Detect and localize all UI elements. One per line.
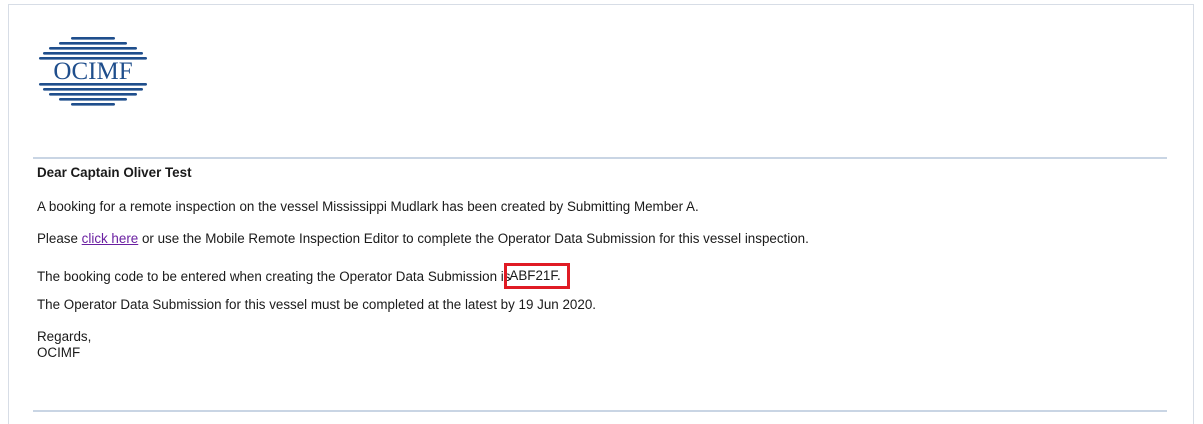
signoff-text: Regards, — [37, 329, 92, 344]
instructions-paragraph: Please click here or use the Mobile Remo… — [37, 231, 809, 247]
deadline-text: The Operator Data Submission for this ve… — [37, 297, 596, 312]
booking-code-highlight: ABF21F. — [504, 263, 570, 289]
footer-divider — [33, 410, 1167, 412]
booking-created-text: A booking for a remote inspection on the… — [37, 199, 699, 214]
ocimf-logo: OCIMF — [35, 35, 155, 109]
header-divider — [33, 157, 1167, 159]
instructions-suffix: or use the Mobile Remote Inspection Edit… — [138, 231, 809, 246]
booking-code-value: ABF21F. — [509, 268, 561, 283]
instructions-prefix: Please — [37, 231, 82, 246]
booking-code-label: The booking code to be entered when crea… — [37, 269, 511, 284]
logo-text: OCIMF — [53, 58, 132, 85]
greeting: Dear Captain Oliver Test — [37, 165, 192, 180]
signature-text: OCIMF — [37, 345, 81, 360]
click-here-link[interactable]: click here — [82, 231, 139, 246]
booking-code-paragraph: The booking code to be entered when crea… — [37, 263, 570, 290]
email-body: OCIMF Dear Captain Oliver Test A booking… — [8, 4, 1194, 424]
ocimf-logo-icon: OCIMF — [39, 37, 147, 106]
